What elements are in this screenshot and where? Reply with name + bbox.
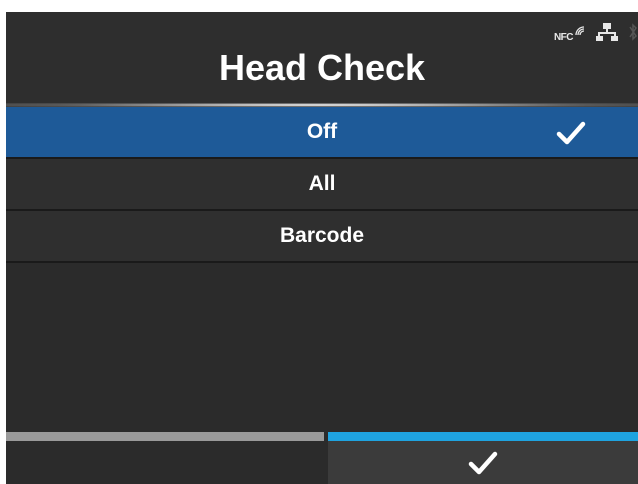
network-icon: [596, 22, 618, 47]
list-item-off[interactable]: Off: [6, 107, 638, 159]
page-title: Head Check: [218, 47, 426, 88]
option-list: Off All Barcode: [6, 107, 638, 263]
list-item-barcode[interactable]: Barcode: [6, 211, 638, 263]
check-icon: [468, 451, 498, 475]
nfc-icon: NFC: [554, 25, 586, 43]
screen: NFC Head Check Off All Barcode: [6, 12, 638, 484]
confirm-button[interactable]: [328, 432, 638, 484]
status-bar: NFC: [554, 22, 638, 46]
list-item-label: Barcode: [279, 224, 365, 247]
softkey-bar: [6, 432, 638, 484]
check-icon: [556, 120, 586, 146]
list-item-label: Off: [306, 120, 338, 143]
list-item-all[interactable]: All: [6, 159, 638, 211]
softkey-left[interactable]: [6, 432, 324, 484]
header: NFC Head Check: [6, 12, 638, 107]
bluetooth-icon: [628, 21, 638, 48]
list-item-label: All: [308, 172, 336, 195]
